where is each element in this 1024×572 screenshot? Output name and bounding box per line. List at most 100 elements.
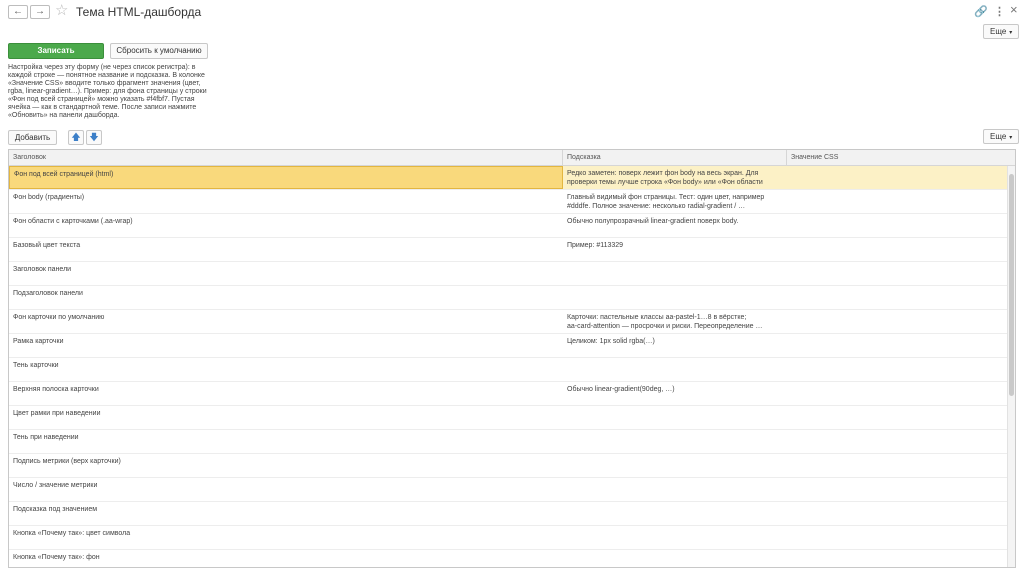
cell-css-value[interactable] — [787, 286, 1007, 309]
cell-hint[interactable]: Карточки: пастельные классы aa-pastel-1…… — [563, 310, 787, 333]
cell-hint[interactable]: Пример: #113329 — [563, 238, 787, 261]
cell-title[interactable]: Рамка карточки — [9, 334, 563, 357]
title-bar: ← → ☆ Тема HTML-дашборда 🔗 ⋮ × — [0, 0, 1024, 24]
cell-hint-line: Обычно linear-gradient(90deg, …) — [567, 386, 675, 393]
cell-css-value[interactable] — [787, 382, 1007, 405]
cell-hint[interactable]: Обычно полупрозрачный linear-gradient по… — [563, 214, 787, 237]
cell-title[interactable]: Верхняя полоска карточки — [9, 382, 563, 405]
cell-css-value[interactable] — [787, 478, 1007, 501]
cell-css-value[interactable] — [787, 526, 1007, 549]
table-row[interactable]: Фон под всей страницей (html) Редко замет… — [9, 166, 1007, 190]
table-row[interactable]: Подзаголовок панели — [9, 286, 1007, 310]
scrollbar-thumb[interactable] — [1009, 174, 1014, 396]
table-row[interactable]: Тень при наведении — [9, 430, 1007, 454]
table-row[interactable]: Рамка карточки Целиком: 1px solid rgba(…) — [9, 334, 1007, 358]
table-row[interactable]: Фон области с карточками (.aa-wrap) Обычн… — [9, 214, 1007, 238]
reset-to-default-button[interactable]: Сбросить к умолчанию — [110, 43, 208, 59]
cell-css-value[interactable] — [787, 262, 1007, 285]
cell-title-text: Верхняя полоска карточки — [13, 386, 99, 393]
cell-css-value[interactable] — [787, 502, 1007, 525]
kebab-menu-icon[interactable]: ⋮ — [994, 5, 1005, 19]
table-row[interactable]: Верхняя полоска карточки Обычно linear-gr… — [9, 382, 1007, 406]
cell-hint[interactable]: Обычно linear-gradient(90deg, …) — [563, 382, 787, 405]
cell-css-value[interactable] — [787, 310, 1007, 333]
table-row[interactable]: Базовый цвет текста Пример: #113329 — [9, 238, 1007, 262]
cell-title-text: Рамка карточки — [13, 338, 64, 345]
cell-hint[interactable] — [563, 262, 787, 285]
cell-css-value[interactable] — [787, 214, 1007, 237]
cell-title[interactable]: Тень карточки — [9, 358, 563, 381]
table-row[interactable]: Тень карточки — [9, 358, 1007, 382]
cell-hint[interactable] — [563, 358, 787, 381]
cell-title[interactable]: Тень при наведении — [9, 430, 563, 453]
move-down-button[interactable]: 🡇 — [86, 130, 102, 145]
cell-title[interactable]: Фон карточки по умолчанию — [9, 310, 563, 333]
cell-hint[interactable] — [563, 550, 787, 567]
form-more-menu-button[interactable]: Еще ▾ — [983, 24, 1020, 39]
cell-title[interactable]: Кнопка «Почему так»: цвет символа — [9, 526, 563, 549]
cell-title-text: Фон карточки по умолчанию — [13, 314, 105, 321]
table-row[interactable]: Подсказка под значением — [9, 502, 1007, 526]
cell-css-value[interactable] — [787, 550, 1007, 567]
table-row[interactable]: Подпись метрики (верх карточки) — [9, 454, 1007, 478]
cell-title-text: Цвет рамки при наведении — [13, 410, 101, 417]
arrow-left-icon: ← — [13, 6, 23, 17]
cell-title[interactable]: Кнопка «Почему так»: фон — [9, 550, 563, 567]
column-header-hint[interactable]: Подсказка — [563, 150, 787, 165]
cell-title[interactable]: Базовый цвет текста — [9, 238, 563, 261]
cell-hint[interactable] — [563, 286, 787, 309]
vertical-scrollbar[interactable] — [1007, 166, 1015, 567]
cell-title[interactable]: Заголовок панели — [9, 262, 563, 285]
table-row[interactable]: Кнопка «Почему так»: фон — [9, 550, 1007, 567]
cell-title[interactable]: Подзаголовок панели — [9, 286, 563, 309]
favorite-star-icon[interactable]: ☆ — [55, 3, 68, 19]
cell-hint[interactable] — [563, 478, 787, 501]
cell-css-value[interactable] — [787, 166, 1007, 189]
table-row[interactable]: Число / значение метрики — [9, 478, 1007, 502]
link-icon[interactable]: 🔗 — [974, 5, 988, 19]
forward-button[interactable]: → — [30, 5, 50, 19]
save-button[interactable]: Записать — [8, 43, 104, 59]
cell-title[interactable]: Число / значение метрики — [9, 478, 563, 501]
move-up-button[interactable]: 🡅 — [68, 130, 84, 145]
column-header-css-value[interactable]: Значение CSS — [787, 150, 1015, 165]
cell-hint-line: aa-card-attention — просрочки и риски. П… — [567, 323, 763, 330]
cell-css-value[interactable] — [787, 190, 1007, 213]
cell-hint[interactable] — [563, 502, 787, 525]
cell-hint[interactable] — [563, 430, 787, 453]
table-row[interactable]: Заголовок панели — [9, 262, 1007, 286]
column-header-title[interactable]: Заголовок — [9, 150, 563, 165]
cell-css-value[interactable] — [787, 358, 1007, 381]
table-row[interactable]: Фон body (градиенты) Главный видимый фон … — [9, 190, 1007, 214]
cell-css-value[interactable] — [787, 454, 1007, 477]
cell-hint[interactable]: Целиком: 1px solid rgba(…) — [563, 334, 787, 357]
more-label: Еще — [990, 27, 1007, 36]
cell-css-value[interactable] — [787, 238, 1007, 261]
cell-css-value[interactable] — [787, 334, 1007, 357]
arrow-down-icon: 🡇 — [89, 132, 99, 142]
cell-hint[interactable] — [563, 526, 787, 549]
cell-title[interactable]: Подпись метрики (верх карточки) — [9, 454, 563, 477]
table-more-menu-button[interactable]: Еще ▾ — [983, 129, 1020, 144]
cell-hint[interactable]: Редко заметен: поверх лежит фон body на … — [563, 166, 787, 189]
cell-title-text: Фон под всей страницей (html) — [14, 171, 114, 178]
table-row[interactable]: Цвет рамки при наведении — [9, 406, 1007, 430]
help-line: ячейка — как в стандартной теме. После з… — [8, 104, 197, 111]
cell-title-text: Фон области с карточками (.aa-wrap) — [13, 218, 133, 225]
close-icon[interactable]: × — [1010, 3, 1018, 17]
cell-title[interactable]: Фон области с карточками (.aa-wrap) — [9, 214, 563, 237]
add-row-button[interactable]: Добавить — [8, 130, 57, 145]
cell-title[interactable]: Фон body (градиенты) — [9, 190, 563, 213]
cell-title[interactable]: Подсказка под значением — [9, 502, 563, 525]
cell-css-value[interactable] — [787, 406, 1007, 429]
cell-hint-line: Пример: #113329 — [567, 242, 624, 249]
cell-hint[interactable]: Главный видимый фон страницы. Тест: один… — [563, 190, 787, 213]
cell-hint[interactable] — [563, 454, 787, 477]
cell-css-value[interactable] — [787, 430, 1007, 453]
cell-title[interactable]: Фон под всей страницей (html) — [9, 166, 563, 189]
cell-hint[interactable] — [563, 406, 787, 429]
table-row[interactable]: Кнопка «Почему так»: цвет символа — [9, 526, 1007, 550]
cell-title[interactable]: Цвет рамки при наведении — [9, 406, 563, 429]
back-button[interactable]: ← — [8, 5, 28, 19]
table-row[interactable]: Фон карточки по умолчанию Карточки: пасте… — [9, 310, 1007, 334]
